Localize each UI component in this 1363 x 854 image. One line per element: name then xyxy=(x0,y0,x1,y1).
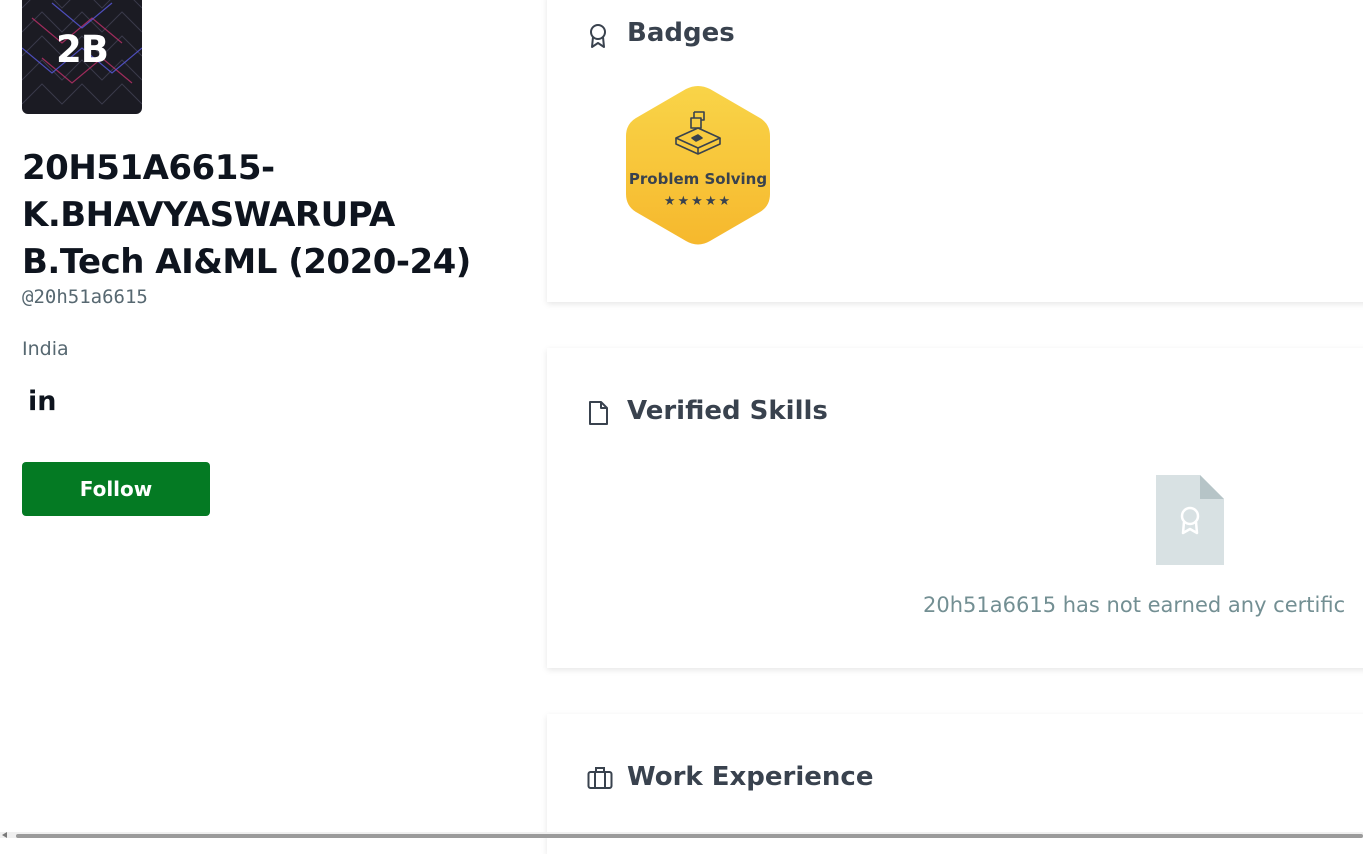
verified-skills-card: Verified Skills 20h51a6615 has not earne… xyxy=(547,348,1363,668)
profile-name: 20H51A6615-K.BHAVYASWARUPA B.Tech AI&ML … xyxy=(22,148,471,282)
country: India xyxy=(22,338,69,360)
avatar: 2B xyxy=(22,0,142,114)
username: @20h51a6615 xyxy=(22,286,148,308)
empty-certificates-message: 20h51a6615 has not earned any certific xyxy=(923,593,1346,617)
briefcase-icon xyxy=(587,766,613,794)
badge-stars: ★★★★★ xyxy=(663,194,733,209)
empty-certificate-icon xyxy=(1156,475,1224,569)
badge-label: Problem Solving xyxy=(628,170,768,188)
follow-button[interactable]: Follow xyxy=(22,462,210,516)
badge-problem-solving[interactable]: Problem Solving ★★★★★ xyxy=(622,82,774,248)
badge-ribbon-icon xyxy=(587,23,609,53)
verified-skills-title: Verified Skills xyxy=(627,396,828,426)
document-icon xyxy=(587,400,609,430)
avatar-initials: 2B xyxy=(56,28,109,71)
linkedin-link[interactable]: in xyxy=(28,386,56,417)
badge-hexagon xyxy=(626,86,770,245)
horizontal-scrollbar[interactable] xyxy=(0,832,1363,838)
scroll-left-arrow-icon[interactable] xyxy=(2,832,7,838)
badges-title: Badges xyxy=(627,18,735,48)
badges-card: Badges Problem Solving ★★★★★ xyxy=(547,0,1363,302)
work-experience-title: Work Experience xyxy=(627,762,874,792)
scrollbar-thumb[interactable] xyxy=(16,834,1363,838)
